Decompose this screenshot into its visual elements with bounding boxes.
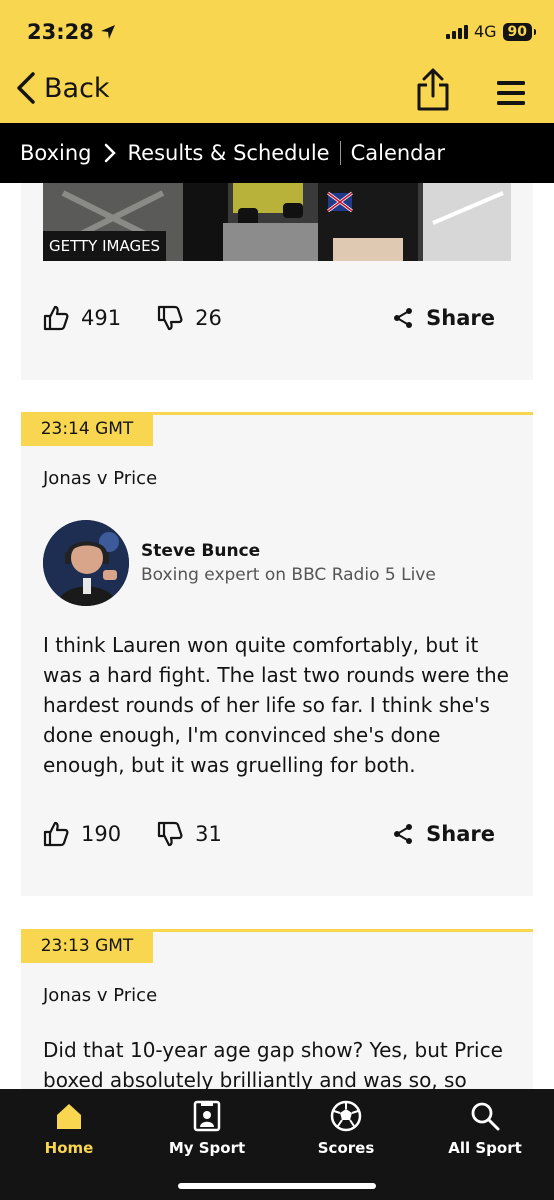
signal-icon (445, 24, 468, 39)
author-block: Steve Bunce Boxing expert on BBC Radio 5… (43, 520, 436, 606)
thumbs-up-icon (43, 305, 69, 331)
post-body: Did that 10-year age gap show? Yes, but … (43, 1038, 503, 1089)
home-indicator[interactable] (178, 1183, 376, 1189)
live-feed[interactable]: GETTY IMAGES 491 26 Share 23:14 GMT Jona… (0, 183, 554, 1089)
feed-post: GETTY IMAGES 491 26 Share (21, 183, 533, 380)
dislike-count: 31 (195, 822, 222, 846)
clock-text: 23:28 (27, 20, 94, 44)
network-label: 4G (473, 22, 497, 41)
breadcrumb-results-schedule[interactable]: Results & Schedule (128, 141, 330, 165)
tab-home-label: Home (44, 1139, 94, 1157)
status-time: 23:28 (27, 20, 116, 44)
breadcrumb-divider (339, 141, 341, 165)
feed-post: 23:13 GMT Jonas v Price Did that 10-year… (21, 929, 533, 1089)
share-label: Share (426, 822, 495, 846)
header-bar: 23:28 4G 90 Back (0, 0, 554, 123)
breadcrumb-boxing[interactable]: Boxing (20, 141, 92, 165)
tab-all-sport[interactable]: All Sport (416, 1099, 554, 1157)
tab-my-sport[interactable]: My Sport (138, 1099, 276, 1157)
image-credit: GETTY IMAGES (43, 231, 167, 261)
search-icon (471, 1102, 500, 1131)
chevron-right-icon (104, 143, 116, 163)
location-arrow-icon (100, 25, 115, 39)
dislike-button[interactable]: 26 (157, 305, 222, 331)
like-button[interactable]: 190 (43, 821, 121, 847)
post-timestamp: 23:14 GMT (21, 412, 153, 446)
status-indicators: 4G 90 (445, 22, 537, 41)
tab-my-sport-label: My Sport (168, 1139, 246, 1157)
like-count: 491 (81, 306, 122, 330)
breadcrumb-calendar[interactable]: Calendar (351, 141, 445, 165)
share-button[interactable]: Share (392, 306, 495, 330)
dislike-count: 26 (195, 306, 222, 330)
share-label: Share (426, 306, 495, 330)
thumbs-down-icon (157, 305, 183, 331)
menu-icon[interactable] (497, 80, 525, 106)
tab-home[interactable]: Home (0, 1099, 138, 1157)
battery-icon: 90 (502, 22, 537, 41)
avatar (43, 520, 129, 606)
home-icon (57, 1104, 81, 1129)
feed-post: 23:14 GMT Jonas v Price Steve Bunce Boxi… (21, 412, 533, 896)
my-sport-icon (193, 1100, 221, 1132)
share-button[interactable]: Share (392, 822, 495, 846)
football-icon (330, 1100, 362, 1132)
post-topic: Jonas v Price (43, 985, 158, 1006)
breadcrumb: Boxing Results & Schedule Calendar (0, 123, 554, 183)
thumbs-down-icon (157, 821, 183, 847)
post-actions: 491 26 Share (43, 302, 495, 334)
back-label: Back (44, 72, 110, 104)
like-button[interactable]: 491 (43, 305, 121, 331)
share-nodes-icon (394, 824, 413, 844)
share-icon[interactable] (416, 68, 450, 112)
back-button[interactable]: Back (16, 72, 110, 104)
post-topic: Jonas v Price (43, 468, 158, 489)
chevron-left-icon (17, 72, 35, 104)
author-role: Boxing expert on BBC Radio 5 Live (141, 565, 436, 585)
post-actions: 190 31 Share (43, 818, 495, 850)
dislike-button[interactable]: 31 (157, 821, 222, 847)
post-photo[interactable]: GETTY IMAGES (43, 183, 511, 261)
tab-scores-label: Scores (317, 1139, 375, 1157)
share-nodes-icon (394, 308, 413, 328)
tab-scores[interactable]: Scores (277, 1099, 415, 1157)
post-body: I think Lauren won quite comfortably, bu… (43, 633, 509, 777)
thumbs-up-icon (43, 821, 69, 847)
tab-all-sport-label: All Sport (448, 1139, 522, 1157)
author-name: Steve Bunce (141, 541, 261, 561)
post-timestamp: 23:13 GMT (21, 929, 153, 963)
like-count: 190 (81, 822, 122, 846)
